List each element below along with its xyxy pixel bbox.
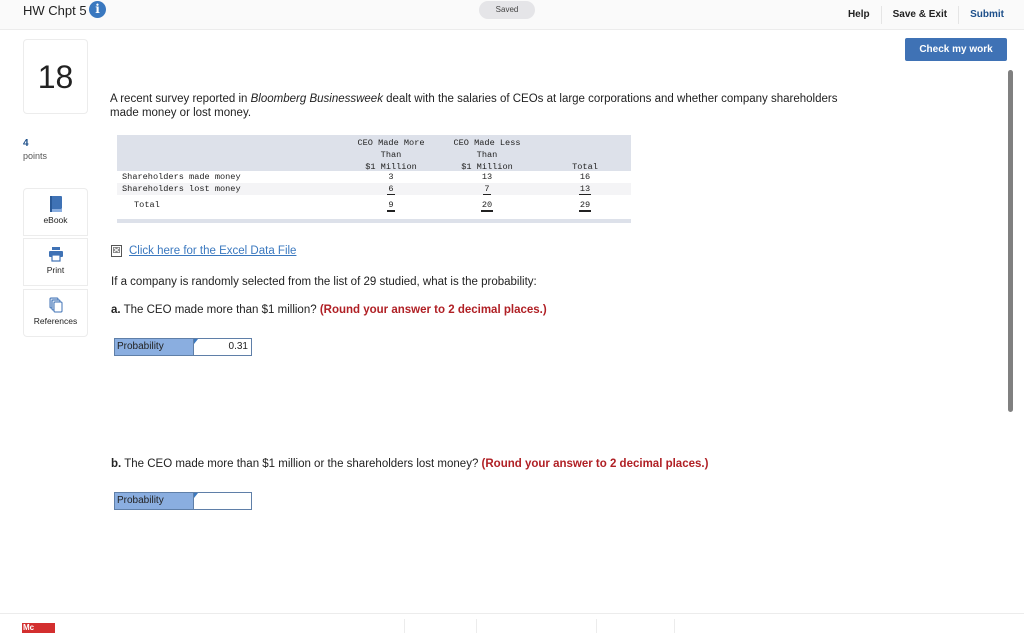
header-line: CEO Made Less — [453, 138, 521, 148]
footer-divider — [674, 619, 675, 633]
help-link[interactable]: Help — [837, 6, 882, 24]
top-bar: HW Chpt 5 i Saved Help Save & Exit Submi… — [0, 0, 1024, 30]
top-links: Help Save & Exit Submit — [837, 0, 1024, 30]
table-row: Shareholders lost money 6 7 13 — [117, 183, 631, 195]
header-line: CEO Made More — [357, 138, 425, 148]
row-label: Total — [134, 200, 160, 210]
table-cell: 6 — [387, 184, 395, 195]
part-b-question: b. The CEO made more than $1 million or … — [111, 458, 708, 470]
print-label: Print — [46, 265, 65, 275]
part-b-answer-row: Probability — [114, 492, 252, 510]
footer-divider — [476, 619, 477, 633]
probability-label: Probability — [115, 493, 194, 509]
column-header-more: CEO Made More Than $1 Million — [346, 137, 436, 173]
save-exit-link[interactable]: Save & Exit — [882, 6, 960, 24]
info-icon[interactable]: i — [89, 1, 106, 18]
ebook-button[interactable]: eBook — [23, 188, 88, 236]
table-row: Shareholders made money 3 13 16 — [117, 171, 631, 183]
part-a-question: a. The CEO made more than $1 million? (R… — [111, 304, 547, 316]
ebook-label: eBook — [43, 215, 68, 225]
source-name: Bloomberg Businessweek — [250, 93, 383, 105]
input-flag-icon — [194, 493, 198, 498]
table-cell: 3 — [388, 172, 394, 182]
excel-data-link[interactable]: Click here for the Excel Data File — [111, 245, 296, 257]
points-value: 4 — [23, 138, 29, 149]
part-b-letter: b. — [111, 458, 122, 470]
excel-file-icon — [111, 245, 122, 257]
part-a-instruction: (Round your answer to 2 decimal places.) — [319, 304, 547, 316]
submit-link[interactable]: Submit — [959, 6, 1024, 24]
table-row-total: Total 9 20 29 — [117, 195, 631, 217]
header-line: Than — [476, 150, 498, 160]
check-my-work-button[interactable]: Check my work — [905, 38, 1007, 61]
row-label: Shareholders lost money — [122, 184, 241, 194]
question-prompt: If a company is randomly selected from t… — [111, 276, 537, 288]
excel-link-text[interactable]: Click here for the Excel Data File — [129, 245, 296, 257]
references-icon — [49, 297, 62, 313]
print-button[interactable]: Print — [23, 238, 88, 286]
table-footer-bar — [117, 219, 631, 223]
references-button[interactable]: References — [23, 289, 88, 337]
row-label: Shareholders made money — [122, 172, 241, 182]
column-header-total: Total — [555, 137, 615, 173]
table-cell: 13 — [578, 184, 592, 195]
input-flag-icon — [194, 339, 198, 344]
mcgraw-hill-logo: Mc — [22, 623, 55, 633]
footer-divider — [596, 619, 597, 633]
references-label: References — [33, 316, 78, 326]
probability-label: Probability — [115, 339, 194, 355]
table-cell: 13 — [481, 172, 493, 182]
question-number: 18 — [23, 39, 88, 114]
header-line: Than — [380, 150, 402, 160]
column-header-less: CEO Made Less Than $1 Million — [442, 137, 532, 173]
part-b-instruction: (Round your answer to 2 decimal places.) — [481, 458, 709, 470]
intro-text: A recent survey reported in — [110, 93, 251, 105]
contingency-table: CEO Made More Than $1 Million CEO Made L… — [117, 135, 631, 223]
part-a-text: The CEO made more than $1 million? — [120, 304, 320, 316]
table-cell: 7 — [483, 184, 491, 195]
points-label: points — [23, 151, 48, 161]
question-intro: A recent survey reported in Bloomberg Bu… — [110, 92, 850, 120]
table-cell: 20 — [480, 200, 494, 212]
footer-bar: Mc — [0, 613, 1024, 633]
book-icon — [49, 196, 62, 212]
part-b-probability-input[interactable] — [194, 493, 251, 509]
assignment-title: HW Chpt 5 — [23, 3, 87, 18]
part-a-answer-row: Probability — [114, 338, 252, 356]
table-cell: 16 — [579, 172, 591, 182]
footer-divider — [404, 619, 405, 633]
part-a-probability-input[interactable] — [194, 339, 251, 355]
table-cell: 9 — [387, 200, 395, 212]
table-cell: 29 — [578, 200, 592, 212]
printer-icon — [48, 247, 63, 262]
saved-status-badge: Saved — [479, 1, 535, 19]
vertical-scrollbar[interactable] — [1008, 70, 1013, 412]
part-a-letter: a. — [111, 304, 121, 316]
part-b-text: The CEO made more than $1 million or the… — [121, 458, 482, 470]
table-header: CEO Made More Than $1 Million CEO Made L… — [117, 135, 631, 173]
